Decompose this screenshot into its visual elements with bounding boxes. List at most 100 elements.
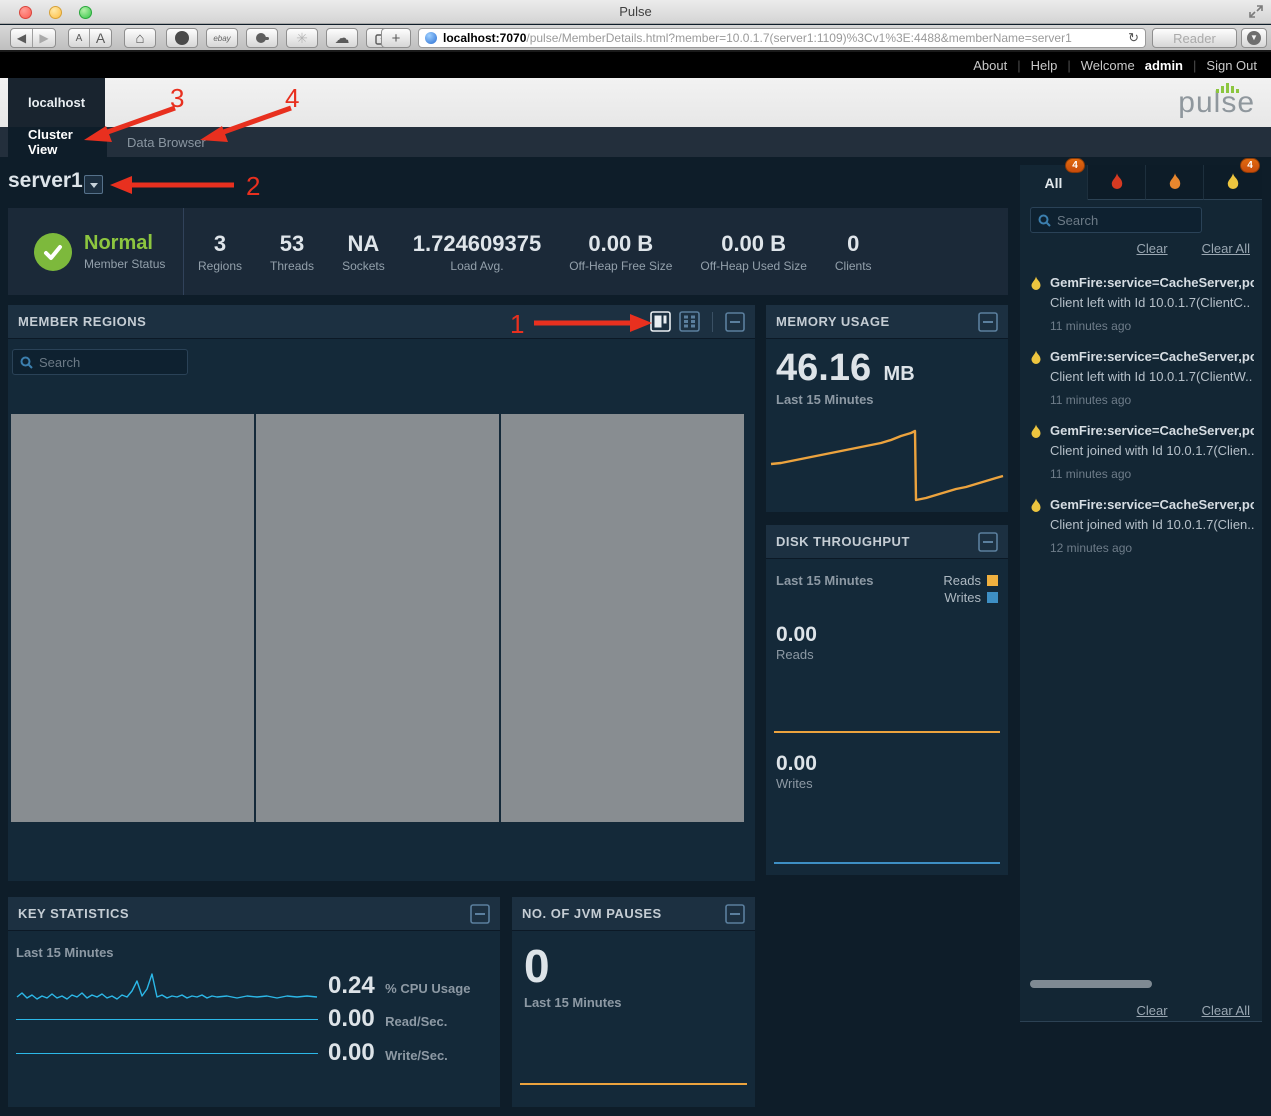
notification-item[interactable]: GemFire:service=CacheServer,port=404 Cli… — [1030, 423, 1254, 481]
bookmark-extension-button[interactable] — [166, 28, 198, 48]
horizontal-scrollbar[interactable] — [1030, 980, 1152, 988]
memory-unit: MB — [884, 363, 915, 385]
collapse-panel-button[interactable] — [725, 904, 745, 924]
regions-treemap — [11, 414, 744, 822]
jvm-pauses-period: Last 15 Minutes — [524, 995, 743, 1010]
memory-usage-title: MEMORY USAGE — [776, 314, 978, 329]
window-title: Pulse — [0, 4, 1271, 19]
nav-tabbar: Cluster View Data Browser — [0, 127, 1271, 157]
notifications-search-input[interactable] — [1057, 213, 1194, 228]
notification-title: GemFire:service=CacheServer,port=404 — [1050, 497, 1254, 512]
annotation-arrow-3 — [80, 100, 180, 145]
collapse-panel-button[interactable] — [470, 904, 490, 924]
home-button[interactable]: ⌂ — [124, 28, 156, 48]
app-topbar: About | Help | Welcome admin | Sign Out — [0, 52, 1271, 78]
writes-legend-swatch — [987, 592, 998, 603]
regions-search[interactable] — [12, 349, 188, 375]
search-icon — [20, 356, 33, 369]
collapse-panel-button[interactable] — [725, 312, 745, 332]
evernote-extension-button[interactable] — [246, 28, 278, 48]
clear-all-link[interactable]: Clear All — [1202, 1003, 1250, 1018]
tab-warning-notifications[interactable]: 4 — [1204, 165, 1262, 200]
collapse-panel-button[interactable] — [978, 312, 998, 332]
asterisk-icon: ✳ — [296, 30, 308, 47]
tab-severe-notifications[interactable] — [1088, 165, 1146, 200]
annotation-arrow-1 — [532, 312, 654, 334]
about-link[interactable]: About — [973, 58, 1007, 73]
separator: | — [1067, 58, 1070, 73]
annotation-arrow-4 — [196, 100, 296, 145]
tab-all-notifications[interactable]: All 4 — [1020, 165, 1088, 200]
nav-buttons: ◀ ▶ — [10, 28, 56, 48]
member-dropdown-button[interactable] — [84, 175, 103, 194]
cpu-label: % CPU Usage — [385, 981, 470, 996]
tab-error-notifications[interactable] — [1146, 165, 1204, 200]
regions-search-input[interactable] — [39, 355, 180, 370]
clear-links-bottom: Clear Clear All — [1137, 1003, 1251, 1018]
disabled-extension-button[interactable]: ✳ — [286, 28, 318, 48]
metric-offheap-used: 0.00 BOff-Heap Used Size — [686, 231, 821, 273]
region-block[interactable] — [256, 414, 499, 822]
plus-icon: + — [392, 30, 401, 47]
member-status-block: Normal Member Status — [8, 208, 184, 295]
annotation-arrow-2 — [108, 174, 238, 196]
reader-button[interactable]: Reader — [1152, 28, 1237, 48]
flame-yellow-icon — [1030, 350, 1042, 366]
member-status-bar: Normal Member Status 3Regions 53Threads … — [8, 208, 1008, 295]
status-check-icon — [34, 233, 72, 271]
jvm-pauses-value: 0 — [524, 939, 743, 993]
clear-all-link[interactable]: Clear All — [1202, 241, 1250, 256]
downloads-button[interactable]: ▼ — [1241, 28, 1267, 48]
notification-title: GemFire:service=CacheServer,port=404 — [1050, 349, 1254, 364]
reads-flatline — [774, 731, 1000, 733]
cloud-icon: ☁ — [335, 29, 350, 47]
region-block[interactable] — [11, 414, 254, 822]
notification-item[interactable]: GemFire:service=CacheServer,port=404 Cli… — [1030, 497, 1254, 555]
metric-clients: 0Clients — [821, 231, 886, 273]
disk-throughput-title: DISK THROUGHPUT — [776, 534, 978, 549]
signout-link[interactable]: Sign Out — [1206, 58, 1257, 73]
reload-icon[interactable]: ↻ — [1128, 30, 1139, 46]
url-field[interactable]: localhost:7070 /pulse/MemberDetails.html… — [418, 28, 1146, 48]
notifications-search[interactable] — [1030, 207, 1202, 233]
writes-legend-label: Writes — [944, 590, 981, 605]
disk-period: Last 15 Minutes — [776, 573, 943, 588]
notification-item[interactable]: GemFire:service=CacheServer,port=404 Cli… — [1030, 275, 1254, 333]
notification-time: 11 minutes ago — [1050, 393, 1254, 407]
disk-writes-label: Writes — [776, 776, 817, 791]
larger-text-button[interactable]: A — [90, 29, 111, 47]
download-icon: ▼ — [1247, 31, 1261, 45]
metric-regions: 3Regions — [184, 231, 256, 273]
icloud-button[interactable]: ☁ — [326, 28, 358, 48]
all-tab-badge: 4 — [1065, 158, 1085, 173]
new-tab-button[interactable]: + — [381, 28, 411, 48]
region-block[interactable] — [501, 414, 744, 822]
all-tab-label: All — [1045, 175, 1063, 191]
read-sec-value: 0.00 — [328, 1005, 375, 1032]
collapse-panel-button[interactable] — [978, 532, 998, 552]
notification-item[interactable]: GemFire:service=CacheServer,port=404 Cli… — [1030, 349, 1254, 407]
warning-tab-badge: 4 — [1240, 158, 1260, 173]
notification-title: GemFire:service=CacheServer,port=404 — [1050, 423, 1254, 438]
status-label: Member Status — [84, 257, 165, 271]
clear-link[interactable]: Clear — [1137, 1003, 1168, 1018]
jvm-flatline — [520, 1083, 747, 1085]
metric-threads: 53Threads — [256, 231, 328, 273]
forward-button[interactable]: ▶ — [33, 29, 55, 47]
clear-link[interactable]: Clear — [1137, 241, 1168, 256]
flame-red-icon — [1110, 173, 1124, 191]
separator: | — [1193, 58, 1196, 73]
back-button[interactable]: ◀ — [11, 29, 33, 47]
grid-view-button[interactable] — [679, 311, 700, 332]
ebay-extension-button[interactable]: ebay — [206, 28, 238, 48]
key-stats-period: Last 15 Minutes — [8, 931, 500, 960]
reads-legend-swatch — [987, 575, 998, 586]
memory-period: Last 15 Minutes — [776, 392, 998, 407]
help-link[interactable]: Help — [1031, 58, 1058, 73]
smaller-text-button[interactable]: A — [69, 29, 90, 47]
round-extension-icon — [175, 31, 189, 45]
fullscreen-icon[interactable] — [1249, 4, 1263, 18]
forward-icon: ▶ — [39, 31, 48, 45]
notification-message: Client joined with Id 10.0.1.7(Clien.. — [1050, 443, 1254, 458]
memory-usage-panel: MEMORY USAGE 46.16 MB Last 15 Minutes — [766, 305, 1008, 512]
